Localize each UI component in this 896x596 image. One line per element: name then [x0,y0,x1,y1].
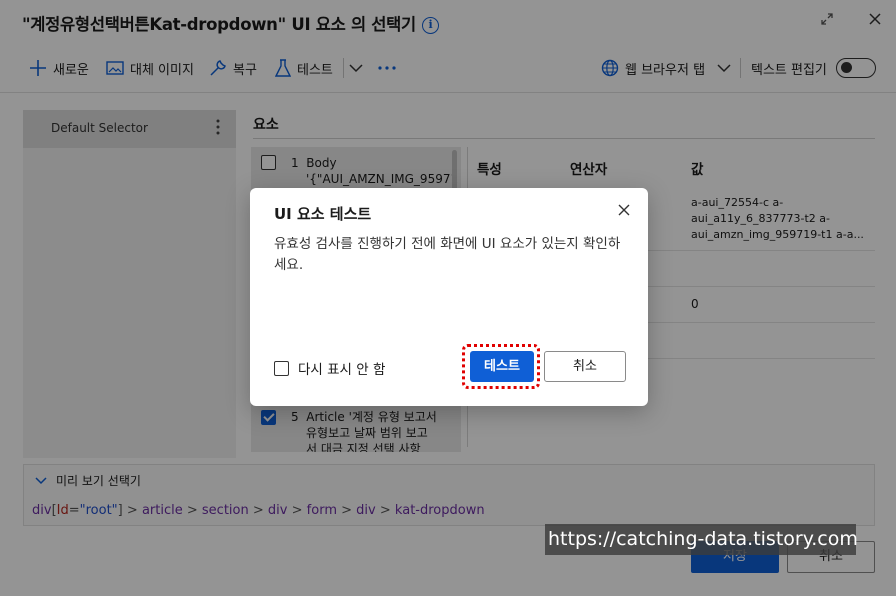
checkbox-box[interactable] [274,360,289,376]
dialog-cancel-button[interactable]: 취소 [544,351,626,382]
dont-show-again-label: 다시 표시 안 함 [298,362,386,378]
dialog-title: UI 요소 테스트 [274,205,372,223]
ui-element-test-dialog: UI 요소 테스트 유효성 검사를 진행하기 전에 화면에 UI 요소가 있는지… [250,188,648,406]
watermark: https://catching-data.tistory.com [545,524,858,555]
test-button[interactable]: 테스트 [470,351,534,382]
close-icon[interactable] [618,203,630,219]
dialog-message: 유효성 검사를 진행하기 전에 화면에 UI 요소가 있는지 확인하세요. [274,236,621,273]
dont-show-again-checkbox[interactable]: 다시 표시 안 함 [274,358,385,378]
